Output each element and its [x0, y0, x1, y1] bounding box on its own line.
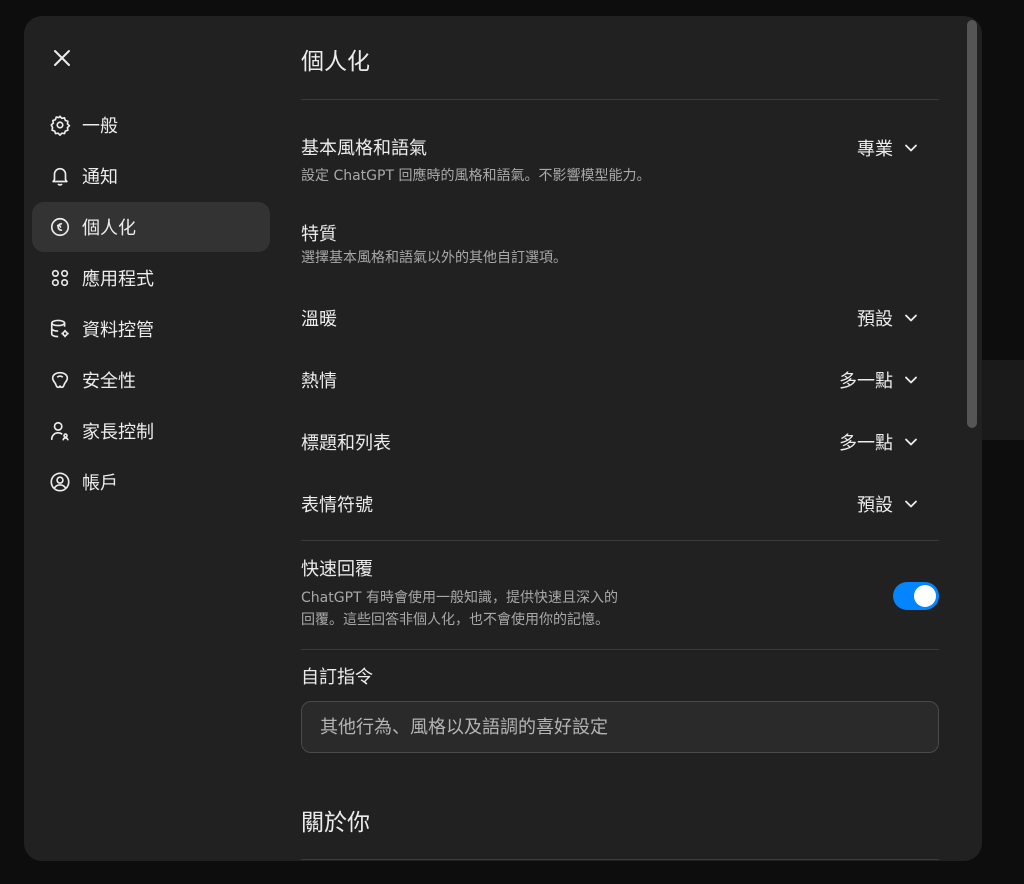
settings-modal: 一般 通知 個人化 應用程式 資料控管 安全性 家長控制 帳戶 個人化 基本風格… [24, 16, 982, 861]
traits-description: 選擇基本風格和語氣以外的其他自訂選項。 [301, 250, 567, 266]
quick-reply-description-line-2: 回覆。這些回答非個人化，也不會使用你的記憶。 [301, 612, 609, 628]
base-style-value: 專業 [857, 139, 893, 160]
background-panel-edge [980, 360, 1024, 440]
emoji-label: 表情符號 [301, 495, 373, 516]
parent-user-icon [48, 419, 72, 443]
emoji-value: 預設 [857, 495, 893, 516]
sidebar-item-security[interactable]: 安全性 [32, 355, 270, 405]
quick-reply-description-line-1: ChatGPT 有時會使用一般知識，提供快速且深入的 [301, 590, 619, 606]
security-icon [48, 368, 72, 392]
sidebar-item-account[interactable]: 帳戶 [32, 457, 270, 507]
chevron-down-icon [903, 310, 919, 326]
headers-lists-label: 標題和列表 [301, 433, 391, 454]
base-style-description: 設定 ChatGPT 回應時的風格和語氣。不影響模型能力。 [301, 168, 651, 184]
chevron-down-icon [903, 140, 919, 156]
settings-sidebar: 一般 通知 個人化 應用程式 資料控管 安全性 家長控制 帳戶 [32, 100, 270, 508]
close-icon [54, 50, 70, 66]
quick-reply-toggle[interactable] [893, 582, 939, 610]
traits-label: 特質 [301, 224, 337, 245]
sidebar-item-general[interactable]: 一般 [32, 100, 270, 150]
sidebar-item-label: 一般 [82, 116, 118, 137]
sidebar-item-notifications[interactable]: 通知 [32, 151, 270, 201]
sidebar-item-label: 資料控管 [82, 320, 154, 341]
database-gear-icon [48, 317, 72, 341]
personalization-icon [48, 215, 72, 239]
sidebar-item-data-controls[interactable]: 資料控管 [32, 304, 270, 354]
section-divider [301, 540, 939, 541]
quick-reply-label: 快速回覆 [301, 559, 373, 580]
custom-instructions-input[interactable] [301, 701, 939, 753]
about-you-divider [301, 859, 939, 860]
enthusiasm-label: 熱情 [301, 371, 337, 392]
chevron-down-icon [903, 496, 919, 512]
emoji-dropdown[interactable]: 預設 [857, 491, 919, 517]
chevron-down-icon [903, 372, 919, 388]
base-style-dropdown[interactable]: 專業 [857, 135, 919, 161]
sidebar-item-label: 帳戶 [82, 473, 118, 494]
headers-lists-dropdown[interactable]: 多一點 [839, 429, 919, 455]
sidebar-item-label: 家長控制 [82, 422, 154, 443]
sidebar-item-label: 應用程式 [82, 269, 154, 290]
apps-grid-icon [48, 266, 72, 290]
close-button[interactable] [46, 42, 78, 74]
warmth-value: 預設 [857, 309, 893, 330]
about-you-title: 關於你 [301, 810, 370, 836]
title-divider [301, 99, 939, 100]
enthusiasm-value: 多一點 [839, 371, 893, 392]
chevron-down-icon [903, 434, 919, 450]
sidebar-item-apps[interactable]: 應用程式 [32, 253, 270, 303]
sidebar-item-label: 個人化 [82, 218, 136, 239]
headers-lists-value: 多一點 [839, 433, 893, 454]
toggle-knob [914, 585, 936, 607]
gear-icon [48, 113, 72, 137]
page-title: 個人化 [301, 49, 370, 75]
sidebar-item-label: 安全性 [82, 371, 136, 392]
base-style-label: 基本風格和語氣 [301, 138, 427, 159]
personalization-panel: 個人化 基本風格和語氣 設定 ChatGPT 回應時的風格和語氣。不影響模型能力… [301, 16, 939, 861]
warmth-dropdown[interactable]: 預設 [857, 305, 919, 331]
scrollbar-thumb[interactable] [967, 20, 977, 428]
sidebar-item-personalization[interactable]: 個人化 [32, 202, 270, 252]
custom-instructions-label: 自訂指令 [301, 667, 373, 688]
warmth-label: 溫暖 [301, 309, 337, 330]
account-circle-icon [48, 470, 72, 494]
sidebar-item-label: 通知 [82, 167, 118, 188]
enthusiasm-dropdown[interactable]: 多一點 [839, 367, 919, 393]
sidebar-item-parental-controls[interactable]: 家長控制 [32, 406, 270, 456]
bell-icon [48, 164, 72, 188]
section-divider [301, 649, 939, 650]
